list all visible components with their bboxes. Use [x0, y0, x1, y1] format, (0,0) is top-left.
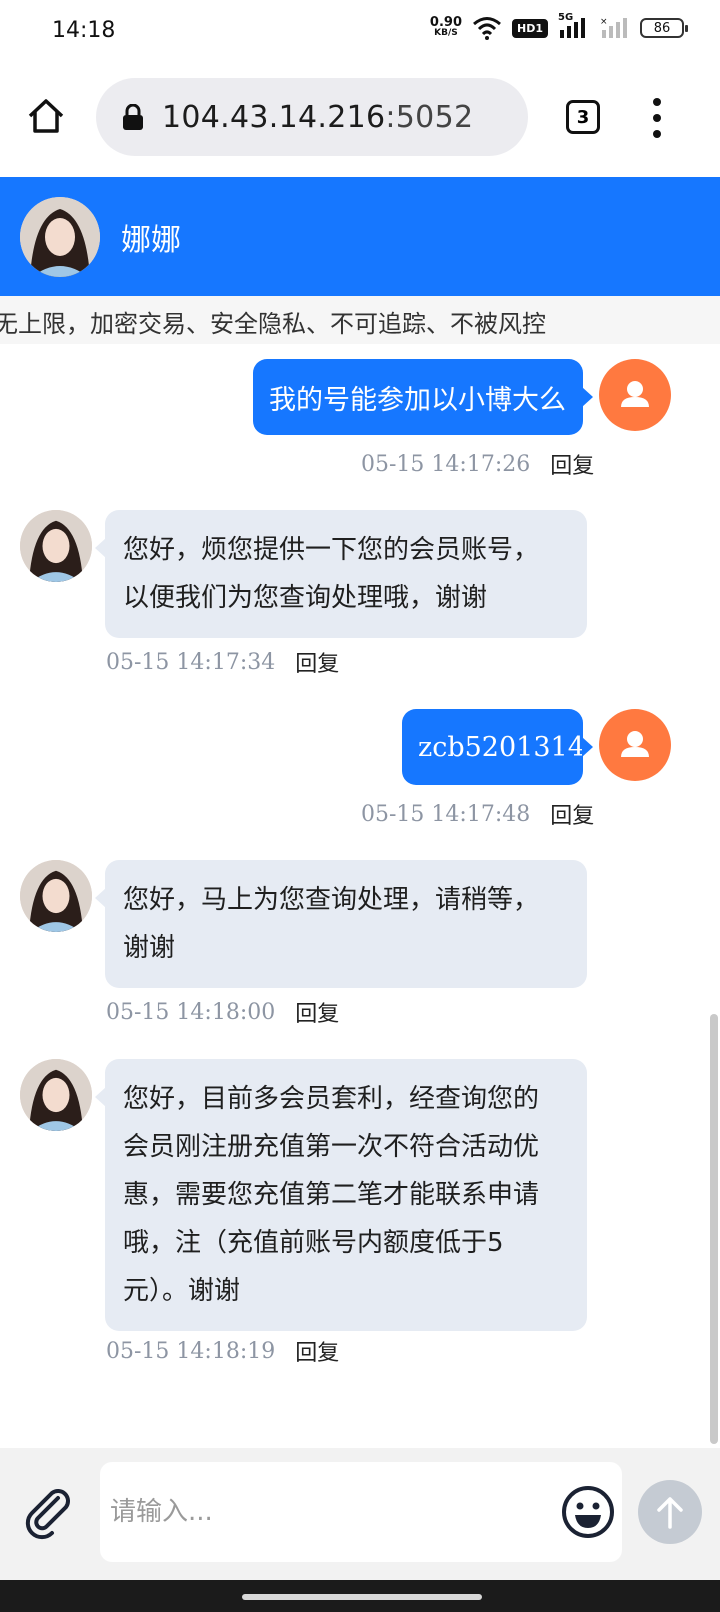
notice-marquee: 无上限，加密交易、安全隐私、不可追踪、不被风控	[0, 296, 720, 344]
status-icons: 0.90 KB/S HD1 5G × 86	[429, 12, 688, 40]
message-input[interactable]	[110, 1490, 530, 1534]
message-line: 会员刚注册充值第一次不符合活动优	[123, 1132, 540, 1162]
message-line: 惠，需要您充值第二笔才能联系申请	[123, 1180, 540, 1210]
message-timestamp: 05-15 14:18:19	[106, 1338, 276, 1364]
url-host: 104.43.14.216	[162, 99, 386, 135]
message-meta: 05-15 14:17:48 回复	[361, 798, 594, 830]
status-bar: 14:18 0.90 KB/S HD1 5G × 86	[0, 0, 720, 66]
lock-icon	[123, 104, 143, 130]
reply-button[interactable]: 回复	[295, 1335, 339, 1367]
message-bubble: 您好，马上为您查询处理，请稍等， 谢谢	[95, 860, 587, 988]
message-line: 谢谢	[123, 933, 176, 963]
message-timestamp: 05-15 14:17:26	[361, 451, 531, 477]
hd-badge: HD1	[512, 18, 548, 38]
net-speed-unit: KB/S	[434, 28, 458, 38]
message-input-box[interactable]	[100, 1462, 622, 1562]
message-line: 以便我们为您查询处理哦，谢谢	[123, 583, 488, 613]
url-text: 104.43.14.216:5052	[162, 100, 473, 135]
signal-5g-icon: 5G	[558, 12, 590, 40]
send-button[interactable]	[638, 1480, 702, 1544]
home-indicator[interactable]	[242, 1594, 482, 1600]
signal-empty-icon: ×	[600, 17, 627, 38]
message-line: 您好，马上为您查询处理，请稍等，	[123, 885, 540, 915]
url-port: :5052	[385, 99, 474, 135]
gesture-bar	[0, 1580, 720, 1612]
message-bubble: zcb5201314	[402, 709, 593, 785]
net-speed: 0.90 KB/S	[429, 15, 462, 38]
browser-toolbar: 104.43.14.216:5052 3	[0, 66, 720, 170]
message-timestamp: 05-15 14:17:34	[106, 649, 276, 675]
message-line: 元）。谢谢	[123, 1276, 241, 1306]
reply-button[interactable]: 回复	[550, 798, 594, 830]
message-line: 您好，烦您提供一下您的会员账号，	[123, 535, 540, 565]
emoji-icon[interactable]	[560, 1484, 616, 1540]
message-bubble: 您好，烦您提供一下您的会员账号， 以便我们为您查询处理哦，谢谢	[95, 510, 587, 638]
agent-avatar	[20, 197, 100, 277]
message-timestamp: 05-15 14:17:48	[361, 801, 531, 827]
paperclip-icon[interactable]	[24, 1488, 76, 1540]
message-meta: 05-15 14:17:34 回复	[106, 646, 339, 678]
wifi-icon	[473, 17, 501, 40]
message-text: zcb5201314	[418, 731, 585, 763]
message-line: 您好，目前多会员套利，经查询您的	[123, 1084, 540, 1114]
message-meta: 05-15 14:17:26 回复	[361, 448, 594, 480]
arrow-up-icon	[657, 1497, 683, 1529]
status-time: 14:18	[52, 18, 116, 43]
user-avatar	[599, 359, 671, 431]
agent-avatar-small	[20, 510, 92, 582]
chat-header: 娜娜	[0, 177, 720, 296]
address-bar[interactable]: 104.43.14.216:5052	[96, 78, 528, 156]
agent-avatar-small	[20, 1059, 92, 1131]
reply-button[interactable]: 回复	[550, 448, 594, 480]
svg-text:×: ×	[600, 17, 608, 27]
message-meta: 05-15 14:18:00 回复	[106, 996, 339, 1028]
reply-button[interactable]: 回复	[295, 646, 339, 678]
message-line: 哦，注（充值前账号内额度低于5	[123, 1228, 504, 1258]
message-bubble: 您好，目前多会员套利，经查询您的 会员刚注册充值第一次不符合活动优 惠，需要您充…	[95, 1059, 587, 1331]
reply-button[interactable]: 回复	[295, 996, 339, 1028]
agent-avatar-small	[20, 860, 92, 932]
home-icon[interactable]	[26, 96, 66, 136]
message-text: 我的号能参加以小博大么	[269, 384, 566, 416]
message-timestamp: 05-15 14:18:00	[106, 999, 276, 1025]
notice-text: 无上限，加密交易、安全隐私、不可追踪、不被风控	[0, 310, 546, 338]
battery-icon: 86	[640, 18, 688, 38]
agent-name: 娜娜	[121, 223, 181, 258]
message-bubble: 我的号能参加以小博大么	[253, 359, 593, 435]
more-menu-icon[interactable]	[650, 98, 664, 138]
net-speed-value: 0.90	[429, 15, 462, 30]
user-avatar	[599, 709, 671, 781]
message-list[interactable]: 我的号能参加以小博大么 05-15 14:17:26 回复 您好，烦您提供一下您…	[0, 344, 720, 1448]
message-meta: 05-15 14:18:19 回复	[106, 1335, 339, 1367]
tab-switcher-button[interactable]: 3	[566, 100, 600, 134]
scrollbar[interactable]	[710, 1014, 718, 1444]
